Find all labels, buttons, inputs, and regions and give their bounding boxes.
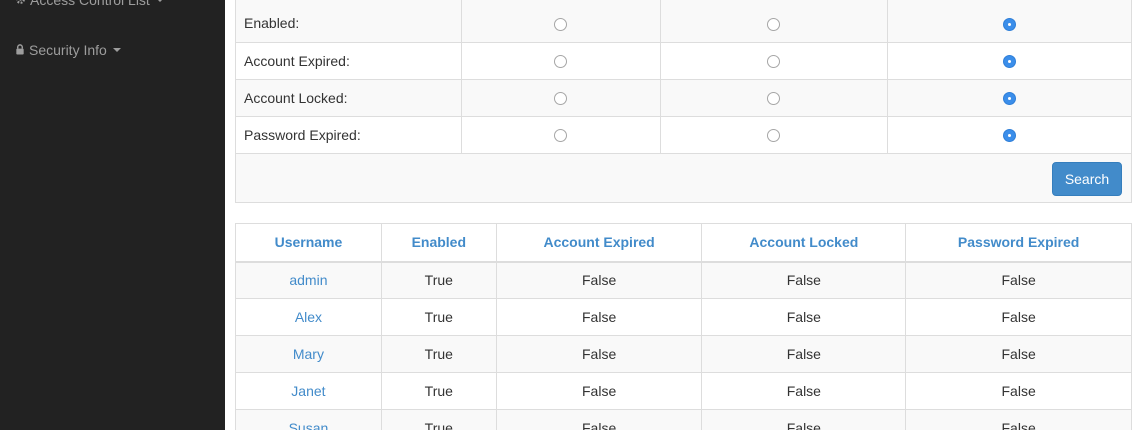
- filter-radio[interactable]: [1003, 92, 1017, 106]
- table-cell: True: [380, 298, 497, 336]
- filter-option-cell: [887, 116, 1131, 154]
- chevron-down-icon: [112, 48, 121, 52]
- filter-label: Password Expired:: [236, 116, 463, 154]
- filter-radio[interactable]: [767, 18, 781, 32]
- table-cell: True: [380, 409, 497, 430]
- filter-label: Enabled:: [236, 0, 463, 43]
- table-cell: admin: [235, 261, 382, 299]
- table-cell: Janet: [235, 372, 382, 410]
- column-header[interactable]: Username: [235, 223, 382, 263]
- filter-option-cell: [461, 79, 661, 117]
- sidebar-item-security-info[interactable]: Security Info: [15, 42, 121, 58]
- filter-option-cell: [887, 0, 1131, 43]
- table-row: Susan True False False False: [235, 409, 1132, 430]
- filter-radio[interactable]: [1003, 129, 1017, 143]
- filter-option-cell: [660, 0, 889, 43]
- username-link[interactable]: Janet: [291, 383, 325, 399]
- filter-label: Account Locked:: [236, 79, 463, 117]
- username-link[interactable]: Alex: [295, 309, 322, 325]
- sidebar-item-label: Access Control List: [30, 0, 150, 8]
- sidebar-item-label: Security Info: [29, 42, 107, 58]
- table-header-row: Username Enabled Account Expired Account Lo…: [235, 223, 1132, 263]
- table-cell: False: [495, 298, 703, 336]
- filter-radio[interactable]: [554, 92, 568, 106]
- lock-icon: [15, 42, 25, 58]
- filter-option-cell: [660, 42, 889, 80]
- table-row: Janet True False False False: [235, 372, 1132, 410]
- filter-radio[interactable]: [1003, 18, 1017, 32]
- table-cell: False: [495, 372, 703, 410]
- filter-option-cell: [887, 79, 1131, 117]
- filter-panel: Enabled: Account Expired: Account Locked: P…: [235, 0, 1132, 203]
- table-cell: False: [905, 409, 1132, 430]
- filter-option-cell: [461, 42, 661, 80]
- filter-radio[interactable]: [767, 129, 781, 143]
- table-cell: True: [380, 335, 497, 373]
- filter-radio[interactable]: [767, 92, 781, 106]
- filter-radio[interactable]: [554, 18, 568, 32]
- table-cell: False: [701, 298, 907, 336]
- table-cell: Mary: [235, 335, 382, 373]
- table-cell: False: [905, 335, 1132, 373]
- table-cell: False: [495, 409, 703, 430]
- table-cell: Alex: [235, 298, 382, 336]
- filter-option-cell: [461, 116, 661, 154]
- filter-row: Password Expired:: [236, 116, 1131, 154]
- table-cell: False: [701, 335, 907, 373]
- column-header[interactable]: Password Expired: [905, 223, 1132, 263]
- filter-row: Account Locked:: [236, 79, 1131, 117]
- gear-icon: [15, 0, 26, 8]
- sidebar-item-access-control-list[interactable]: Access Control List: [15, 0, 164, 8]
- column-header[interactable]: Account Expired: [495, 223, 703, 263]
- filter-option-cell: [887, 42, 1131, 80]
- table-row: Mary True False False False: [235, 335, 1132, 373]
- table-cell: False: [495, 335, 703, 373]
- filter-row: Account Expired:: [236, 42, 1131, 80]
- filter-label: Account Expired:: [236, 42, 463, 80]
- table-cell: False: [905, 372, 1132, 410]
- table-row: Alex True False False False: [235, 298, 1132, 336]
- table-row: admin True False False False: [235, 261, 1132, 299]
- filter-radio[interactable]: [554, 129, 568, 143]
- username-link[interactable]: Mary: [293, 346, 324, 362]
- table-cell: True: [380, 261, 497, 299]
- table-cell: False: [495, 261, 703, 299]
- filter-option-cell: [660, 116, 889, 154]
- table-cell: False: [701, 261, 907, 299]
- table-cell: Susan: [235, 409, 382, 430]
- filter-option-cell: [461, 0, 661, 43]
- filter-radio[interactable]: [1003, 55, 1017, 69]
- table-cell: False: [905, 298, 1132, 336]
- filter-row: Enabled:: [236, 0, 1131, 43]
- filter-radio[interactable]: [767, 55, 781, 69]
- filter-table: Enabled: Account Expired: Account Locked: P…: [236, 0, 1131, 154]
- table-cell: False: [701, 409, 907, 430]
- column-header[interactable]: Account Locked: [701, 223, 907, 263]
- filter-radio[interactable]: [554, 55, 568, 69]
- column-header[interactable]: Enabled: [380, 223, 497, 263]
- sidebar: Access Control List Security Info: [0, 0, 225, 430]
- chevron-down-icon: [155, 0, 164, 2]
- main-content: Enabled: Account Expired: Account Locked: P…: [225, 0, 1142, 430]
- username-link[interactable]: Susan: [289, 420, 329, 430]
- search-button[interactable]: Search: [1052, 162, 1122, 196]
- table-cell: True: [380, 372, 497, 410]
- username-link[interactable]: admin: [289, 272, 327, 288]
- table-cell: False: [701, 372, 907, 410]
- results-table: Username Enabled Account Expired Account Lo…: [235, 223, 1132, 430]
- filter-option-cell: [660, 79, 889, 117]
- table-cell: False: [905, 261, 1132, 299]
